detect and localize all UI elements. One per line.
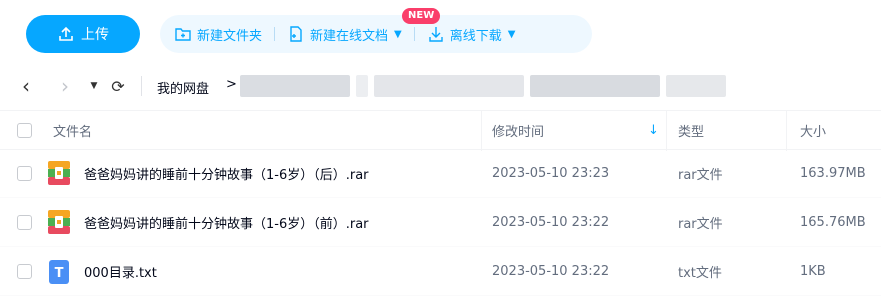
new-folder-icon <box>175 28 191 41</box>
select-all-checkbox[interactable] <box>17 123 32 138</box>
row-checkbox[interactable] <box>17 264 32 279</box>
file-size: 165.76MB <box>800 214 866 230</box>
header-modified[interactable]: 修改时间 <box>492 111 544 149</box>
chevron-down-icon: ▼ <box>507 28 516 40</box>
file-type: rar文件 <box>678 216 723 232</box>
offline-download-label: 离线下载 <box>449 28 502 44</box>
table-row[interactable]: 爸爸妈妈讲的睡前十分钟故事（1-6岁）（后）.rar 2023-05-10 23… <box>0 149 881 198</box>
forward-icon[interactable]: › <box>55 74 75 98</box>
breadcrumb-separator: > <box>226 77 237 92</box>
file-name[interactable]: 爸爸妈妈讲的睡前十分钟故事（1-6岁）（后）.rar <box>84 149 369 197</box>
file-modified: 2023-05-10 23:22 <box>492 263 610 279</box>
table-header: 文件名 修改时间 ↓ 类型 大小 <box>0 110 881 151</box>
svg-text:T: T <box>55 266 64 281</box>
file-size: 163.97MB <box>800 165 866 181</box>
header-filename[interactable]: 文件名 <box>53 111 92 149</box>
header-type[interactable]: 类型 <box>678 111 704 149</box>
chevron-down-icon: ▼ <box>394 28 402 40</box>
new-doc-icon <box>290 26 302 42</box>
new-badge: NEW <box>402 8 441 24</box>
upload-button[interactable]: 上传 <box>26 15 140 53</box>
file-modified: 2023-05-10 23:22 <box>492 214 610 230</box>
file-modified: 2023-05-10 23:23 <box>492 165 610 181</box>
table-row[interactable]: T 000目录.txt 2023-05-10 23:22 txt文件 1KB <box>0 247 881 296</box>
history-dropdown-icon[interactable]: ▼ <box>84 74 104 98</box>
upload-label: 上传 <box>81 27 109 43</box>
header-size[interactable]: 大小 <box>800 111 826 149</box>
file-name[interactable]: 爸爸妈妈讲的睡前十分钟故事（1-6岁）（前）.rar <box>84 198 369 246</box>
rar-file-icon <box>48 161 70 185</box>
column-divider <box>786 111 787 151</box>
new-folder-button[interactable]: 新建文件夹 <box>174 25 262 44</box>
refresh-icon[interactable]: ⟳ <box>108 74 128 98</box>
rar-file-icon <box>48 210 70 234</box>
row-checkbox[interactable] <box>17 166 32 181</box>
breadcrumb-blurred-path <box>240 75 726 97</box>
path-divider <box>141 76 142 96</box>
breadcrumb-root[interactable]: 我的网盘 <box>157 78 209 97</box>
upload-icon <box>59 26 73 41</box>
new-online-doc-button[interactable]: 新建在线文档 ▼ <box>287 25 402 44</box>
row-checkbox[interactable] <box>17 215 32 230</box>
download-icon <box>429 27 443 42</box>
table-row[interactable]: 爸爸妈妈讲的睡前十分钟故事（1-6岁）（前）.rar 2023-05-10 23… <box>0 198 881 247</box>
action-group: 新建文件夹 新建在线文档 ▼ 离线下载 ▼ <box>160 15 592 53</box>
toolbar-divider <box>413 27 415 41</box>
toolbar-divider <box>274 27 276 41</box>
txt-file-icon: T <box>49 260 69 284</box>
file-size: 1KB <box>800 263 826 279</box>
column-divider <box>481 111 482 151</box>
column-divider <box>666 111 667 151</box>
toolbar: 上传 新建文件夹 新建在线文档 ▼ 离线下载 ▼ NEW <box>0 0 881 66</box>
offline-download-button[interactable]: 离线下载 ▼ <box>427 25 516 44</box>
file-type: rar文件 <box>678 167 723 183</box>
sort-desc-icon[interactable]: ↓ <box>648 111 659 149</box>
new-folder-label: 新建文件夹 <box>197 28 263 44</box>
back-icon[interactable]: ‹ <box>16 74 36 98</box>
new-online-doc-label: 新建在线文档 <box>310 28 389 44</box>
file-name[interactable]: 000目录.txt <box>84 247 157 295</box>
file-type: txt文件 <box>678 265 722 281</box>
